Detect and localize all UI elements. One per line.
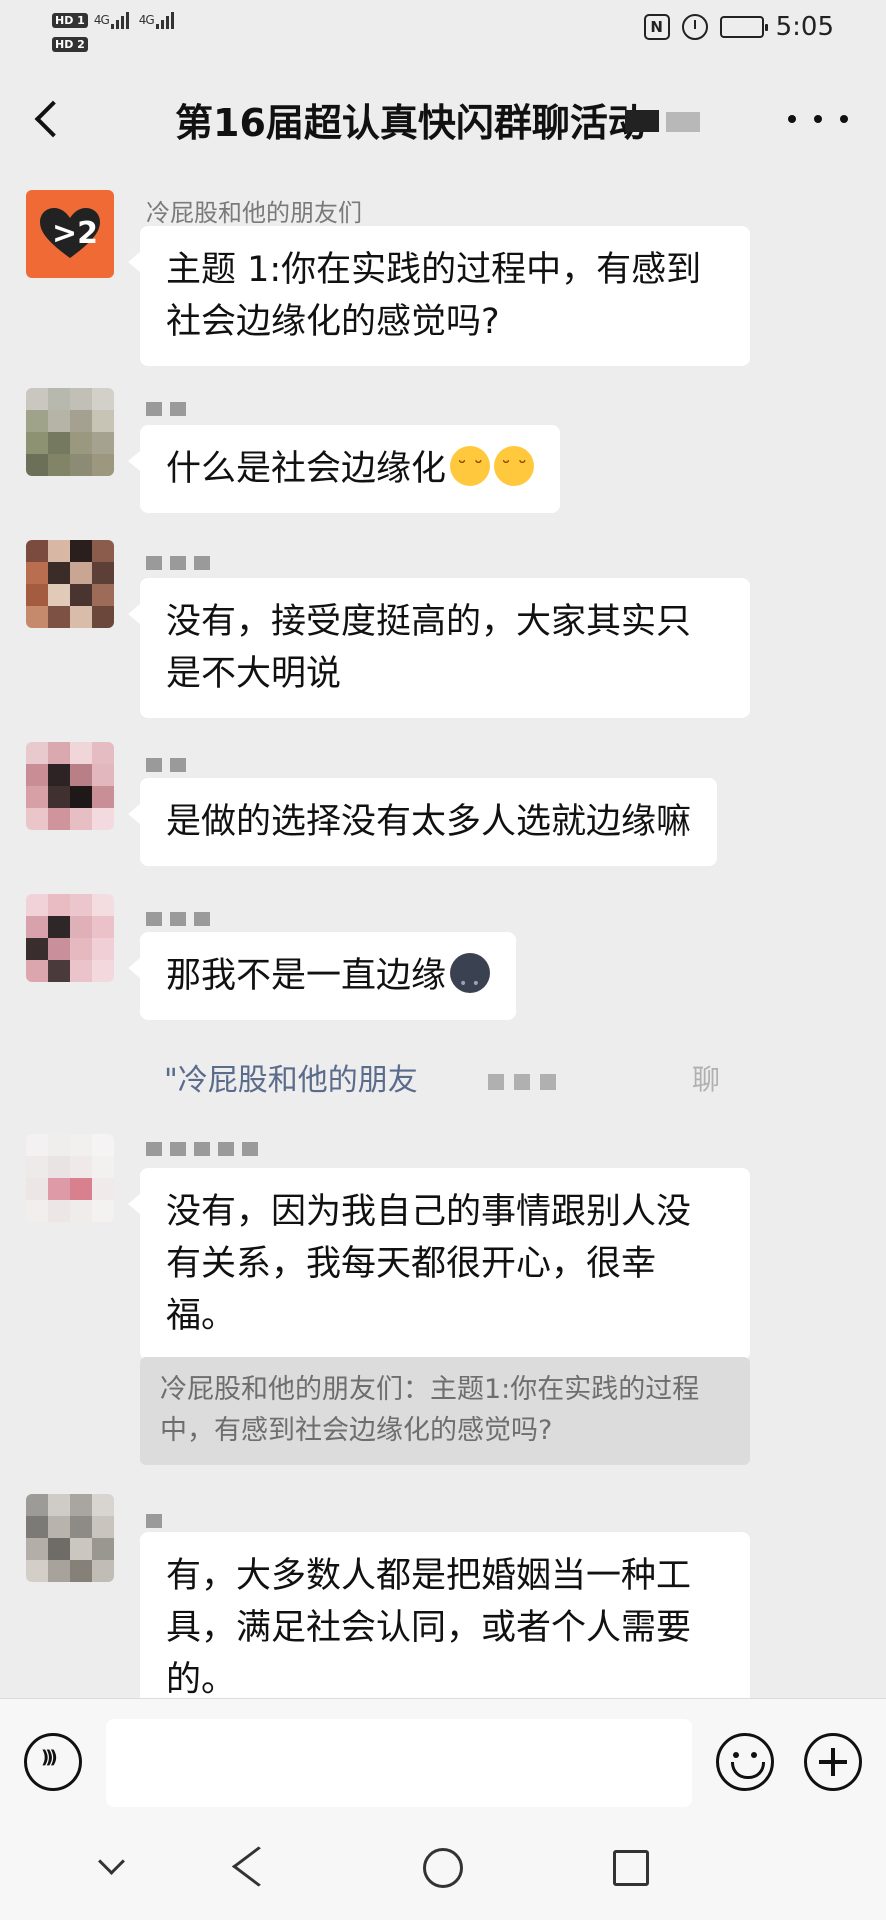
battery-icon	[719, 16, 768, 38]
more-options-button[interactable]	[788, 104, 848, 134]
voice-icon[interactable]	[24, 1733, 82, 1791]
mention-tip-end: 聊	[692, 1063, 721, 1096]
blush-emoji-icon	[450, 443, 491, 495]
avatar[interactable]	[26, 742, 114, 830]
sim2-badge: HD 2	[52, 36, 88, 52]
sender-name-redacted	[146, 1514, 162, 1532]
new-moon-face-emoji-icon	[450, 953, 491, 1010]
sim1-badge: HD 1	[52, 12, 88, 28]
avatar[interactable]	[26, 540, 114, 628]
message-bubble[interactable]: 没有，接受度挺高的，大家其实只是不大明说	[128, 578, 750, 718]
avatar[interactable]	[26, 894, 114, 982]
signal-area: HD 1 4G 4G HD 2	[52, 8, 176, 56]
message-input[interactable]	[106, 1719, 692, 1807]
avatar[interactable]: >2	[26, 190, 114, 278]
signal-bars-2-icon	[155, 11, 176, 29]
sender-name: 冷屁股和他的朋友们	[146, 199, 362, 227]
mention-tip[interactable]: "冷屁股和他的朋友	[164, 1055, 418, 1099]
message-bubble[interactable]: 是做的选择没有太多人选就边缘嘛	[127, 778, 718, 866]
quoted-message[interactable]: 冷屁股和他的朋友们：主题1:你在实践的过程中，有感到社会边缘化的感觉吗?	[140, 1357, 750, 1465]
avatar[interactable]	[26, 1134, 114, 1222]
chat-title: 第16届超认真快闪群聊活动	[175, 101, 646, 145]
message-text: 什么是社会边缘化	[166, 449, 447, 489]
status-bar: HD 1 4G 4G HD 2 N 5:05	[0, 0, 886, 62]
nav-recents-icon[interactable]	[613, 1850, 649, 1886]
message-bubble[interactable]: 没有，因为我自己的事情跟别人没有关系，我每天都很开心，很幸福。	[128, 1168, 750, 1360]
sender-name-redacted	[146, 912, 210, 930]
chat-header: 第16届超认真快闪群聊活动	[0, 62, 886, 172]
nfc-icon: N	[643, 14, 670, 40]
plus-icon[interactable]	[804, 1733, 862, 1791]
message-bubble[interactable]: 主题 1:你在实践的过程中，有感到社会边缘化的感觉吗?	[128, 226, 750, 366]
back-button[interactable]	[20, 88, 80, 148]
title-redaction	[625, 110, 659, 132]
sender-name-redacted	[146, 758, 186, 776]
blush-emoji-icon	[494, 443, 535, 495]
title-redaction-2	[666, 112, 700, 132]
message-text: 那我不是一直边缘	[166, 956, 447, 996]
emoji-icon[interactable]	[716, 1733, 774, 1791]
network-type-2: 4G	[138, 13, 155, 27]
network-type-1: 4G	[93, 13, 110, 27]
system-navigation-bar	[0, 1828, 886, 1920]
signal-bars-1-icon	[110, 11, 131, 29]
sender-name-redacted	[146, 556, 210, 574]
message-bubble[interactable]: 有，大多数人都是把婚姻当一种工具，满足社会认同，或者个人需要的。	[140, 1532, 750, 1698]
message-bubble[interactable]: 什么是社会边缘化	[127, 425, 561, 513]
sender-name-redacted	[146, 1142, 258, 1160]
avatar-badge-text: >2	[52, 216, 99, 251]
input-bar	[0, 1698, 886, 1828]
tip-redaction	[488, 1074, 556, 1090]
alarm-icon	[681, 14, 708, 40]
nav-home-icon[interactable]	[423, 1848, 463, 1888]
sender-name-redacted	[146, 402, 186, 420]
nav-back-icon[interactable]	[236, 1846, 276, 1890]
clock: 5:05	[775, 12, 834, 42]
message-bubble[interactable]: 那我不是一直边缘	[127, 932, 517, 1020]
avatar[interactable]	[26, 1494, 114, 1582]
collapse-icon[interactable]	[92, 1850, 132, 1880]
avatar[interactable]	[26, 388, 114, 476]
